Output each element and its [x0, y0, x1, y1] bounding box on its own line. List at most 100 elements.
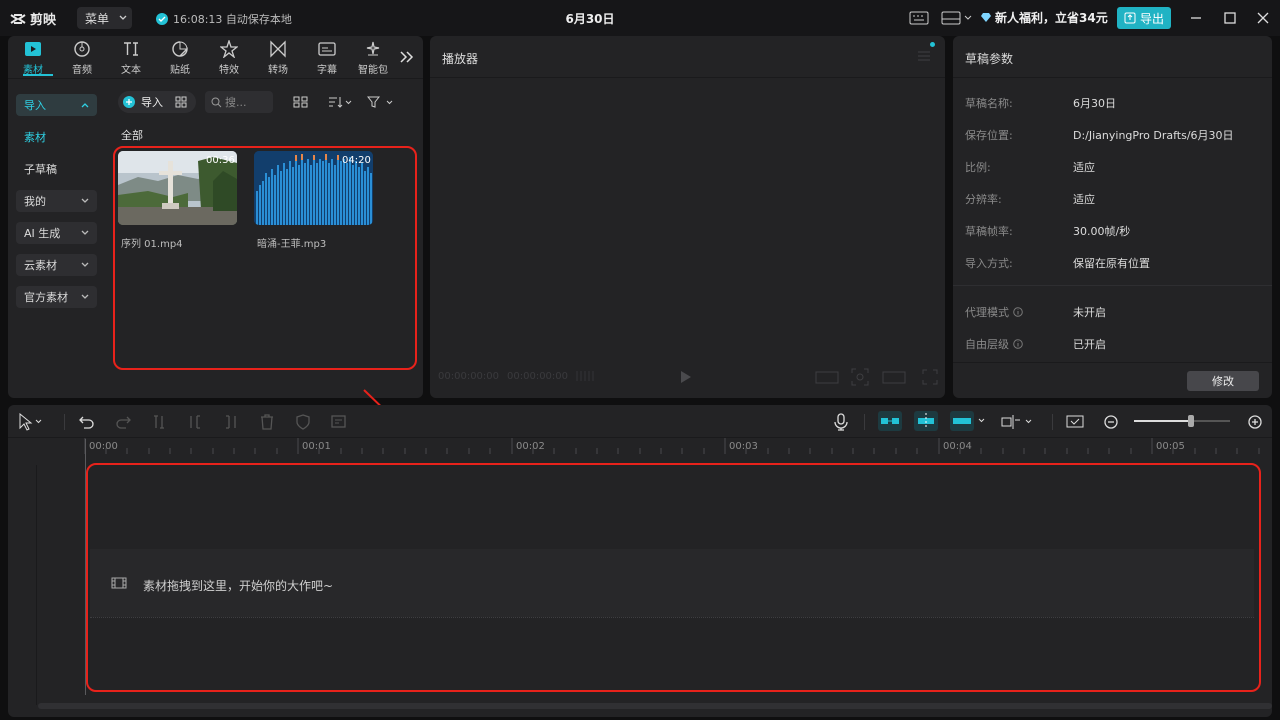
sort-icon[interactable]	[327, 95, 353, 109]
ruler-label: 00:05	[1156, 441, 1185, 452]
horizontal-scrollbar[interactable]	[38, 703, 1272, 709]
tool-separator	[1052, 414, 1053, 430]
linkage-icon[interactable]	[950, 411, 990, 431]
import-label: 导入	[141, 96, 163, 109]
sidebar-item-ai[interactable]: AI 生成	[16, 222, 97, 244]
chevron-down-icon	[81, 230, 89, 235]
sidebar-mine-label: 我的	[24, 195, 46, 208]
media-play-icon	[25, 42, 41, 56]
main-track-magnet-icon[interactable]	[878, 411, 902, 431]
info-icon[interactable]	[1013, 339, 1023, 349]
timeline-view-icon[interactable]	[1066, 413, 1084, 431]
play-icon[interactable]	[680, 370, 692, 384]
player-panel: 播放器 00:00:00:00 00:00:00:00	[430, 36, 945, 398]
param-key: 分辨率:	[965, 193, 1002, 206]
minimize-icon[interactable]	[1188, 10, 1204, 26]
tab-audio[interactable]: 音频	[60, 40, 104, 76]
param-key: 草稿名称:	[965, 97, 1013, 110]
draft-params-panel: 草稿参数 草稿名称: 6月30日 保存位置: D:/JianyingPro Draf…	[953, 36, 1272, 398]
split-right-icon[interactable]	[222, 413, 240, 431]
search-input[interactable]: 搜...	[205, 91, 273, 113]
modify-button[interactable]: 修改	[1187, 371, 1259, 391]
delete-icon[interactable]	[258, 413, 276, 431]
sidebar-item-subdraft[interactable]: 子草稿	[16, 158, 97, 180]
chevron-down-icon	[81, 294, 89, 299]
param-value: 已开启	[1073, 338, 1106, 351]
layout-menu-icon[interactable]	[940, 9, 974, 27]
param-row-location: 保存位置: D:/JianyingPro Drafts/6月30日	[965, 127, 1234, 143]
timecode-format-icon[interactable]	[575, 369, 597, 383]
tab-sticker[interactable]: 贴纸	[158, 40, 202, 76]
capcut-logo-icon	[10, 13, 26, 24]
tab-divider	[8, 78, 423, 79]
ratio-icon[interactable]	[815, 371, 839, 384]
split-left-icon[interactable]	[186, 413, 204, 431]
auto-snap-icon[interactable]	[914, 411, 938, 431]
undo-icon[interactable]	[78, 413, 96, 431]
subtitle-icon	[318, 42, 336, 56]
media-panel: 素材 音频 文本 贴纸 特效 转场 字幕 智能包 导入 素材 子草稿 我的 AI…	[8, 36, 423, 398]
redo-icon[interactable]	[114, 413, 132, 431]
promo-link[interactable]: 新人福利，立省34元	[980, 9, 1108, 26]
param-value: D:/JianyingPro Drafts/6月30日	[1073, 129, 1234, 142]
sidebar-item-mine[interactable]: 我的	[16, 190, 97, 212]
menu-button[interactable]: 菜单	[77, 7, 132, 29]
autosave-text: 16:08:13 自动保存本地	[173, 13, 292, 26]
tab-subtitle-label: 字幕	[317, 65, 337, 76]
params-title: 草稿参数	[965, 52, 1014, 66]
microphone-icon[interactable]	[832, 413, 850, 431]
maximize-icon[interactable]	[1222, 10, 1238, 26]
tab-text[interactable]: 文本	[109, 40, 153, 76]
sidebar-ai-label: AI 生成	[24, 227, 61, 240]
menu-label: 菜单	[85, 11, 110, 26]
param-key-with-info: 代理模式	[965, 304, 1073, 320]
app-logo: 剪映	[10, 9, 56, 28]
tab-effects-label: 特效	[219, 65, 239, 76]
search-placeholder: 搜...	[225, 96, 247, 109]
zoom-out-icon[interactable]	[1102, 413, 1120, 431]
text-ti-icon	[124, 42, 138, 56]
edit-mark-icon[interactable]	[330, 413, 348, 431]
param-key-with-info: 自由层级	[965, 336, 1073, 352]
info-icon[interactable]	[1013, 307, 1023, 317]
sidebar-subdraft-label: 子草稿	[24, 163, 57, 176]
sidebar-item-official[interactable]: 官方素材	[16, 286, 97, 308]
tab-sticker-label: 贴纸	[170, 65, 190, 76]
plus-circle-icon	[123, 96, 135, 108]
split-icon[interactable]	[150, 413, 168, 431]
ruler-label: 00:00	[89, 441, 118, 452]
params-divider	[953, 77, 1272, 78]
filter-icon[interactable]	[367, 95, 395, 109]
ruler-label: 00:02	[516, 441, 545, 452]
view-toggle-icon[interactable]	[293, 95, 309, 109]
annotation-box-media	[113, 146, 417, 370]
smart-icon	[366, 41, 380, 56]
sidebar-item-material[interactable]: 素材	[16, 126, 97, 148]
player-menu-icon[interactable]	[917, 50, 931, 62]
tab-subtitle[interactable]: 字幕	[305, 40, 349, 76]
sidebar-material-label: 素材	[24, 131, 46, 144]
search-icon	[211, 97, 222, 107]
tab-media[interactable]: 素材	[11, 40, 55, 76]
tab-transition[interactable]: 转场	[256, 40, 300, 76]
fullscreen-icon[interactable]	[922, 369, 938, 385]
sidebar-item-cloud[interactable]: 云素材	[16, 254, 97, 276]
fit-screen-icon[interactable]	[851, 368, 869, 386]
sidebar-item-import[interactable]: 导入	[16, 94, 97, 116]
export-button[interactable]: 导出	[1117, 7, 1171, 29]
keyboard-shortcut-icon[interactable]	[908, 9, 930, 27]
more-tabs-icon[interactable]	[399, 50, 415, 64]
shield-icon[interactable]	[294, 413, 312, 431]
param-value: 适应	[1073, 193, 1095, 206]
select-cursor-icon[interactable]	[18, 413, 42, 431]
tab-effects[interactable]: 特效	[207, 40, 251, 76]
close-icon[interactable]	[1255, 10, 1271, 26]
zoom-in-icon[interactable]	[1246, 413, 1264, 431]
preview-axis-icon[interactable]	[1000, 413, 1038, 431]
param-row-name: 草稿名称: 6月30日	[965, 95, 1116, 111]
tab-smart[interactable]: 智能包	[353, 40, 393, 76]
tool-separator	[64, 414, 65, 430]
zoom-slider-handle[interactable]	[1188, 415, 1194, 427]
preview-quality-icon[interactable]	[882, 371, 906, 384]
import-button[interactable]: 导入	[118, 91, 196, 113]
